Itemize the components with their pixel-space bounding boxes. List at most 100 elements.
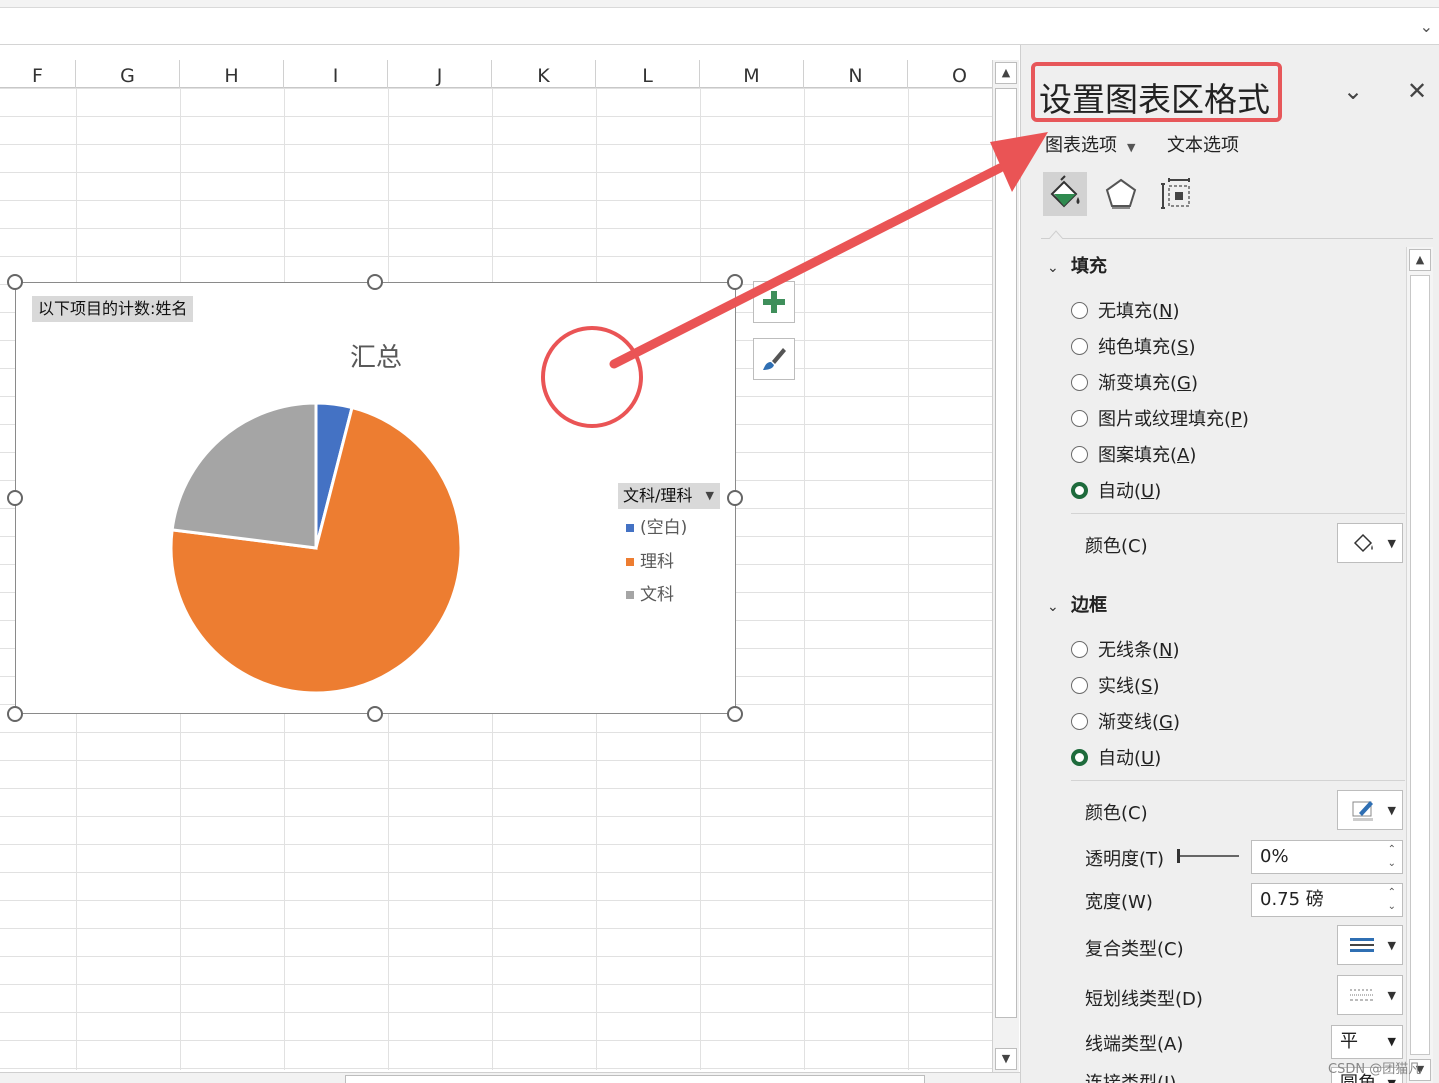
formula-bar[interactable]: ⌄ bbox=[0, 9, 1439, 45]
transparency-input[interactable]: 0% ⌃ ⌄ bbox=[1251, 840, 1403, 874]
column-header-K[interactable]: K bbox=[492, 60, 596, 88]
paren: ) bbox=[1152, 676, 1160, 697]
compound-type-dropdown[interactable]: ▼ bbox=[1337, 925, 1403, 965]
tab-chart-options[interactable]: 图表选项 ▼ bbox=[1045, 131, 1135, 157]
legend-filter-label: 文科/理科 bbox=[623, 486, 693, 505]
chart-title[interactable]: 汇总 bbox=[16, 337, 736, 374]
resize-handle-s[interactable] bbox=[367, 706, 383, 722]
radio-gradient-fill[interactable]: 渐变填充(G) bbox=[1071, 369, 1198, 395]
radio-button[interactable] bbox=[1071, 410, 1088, 427]
legend-swatch bbox=[626, 591, 634, 599]
tab-dropdown-icon[interactable]: ▼ bbox=[1127, 141, 1135, 154]
accesskey: N bbox=[1159, 301, 1173, 322]
radio-automatic-fill[interactable]: 自动(U) bbox=[1071, 477, 1161, 503]
column-header-I[interactable]: I bbox=[284, 60, 388, 88]
sheet-vertical-scrollbar[interactable]: ▲ ▼ bbox=[992, 60, 1019, 1072]
size-properties-icon bbox=[1161, 178, 1190, 209]
chevron-down-icon: ▼ bbox=[1387, 989, 1396, 1002]
scroll-thumb[interactable] bbox=[995, 88, 1017, 1018]
column-header-G[interactable]: G bbox=[76, 60, 180, 88]
pane-scroll-thumb[interactable] bbox=[1410, 275, 1430, 1055]
border-section-header[interactable]: ⌄ 边框 bbox=[1047, 591, 1107, 617]
scroll-up-icon[interactable]: ▲ bbox=[995, 62, 1017, 84]
radio-button[interactable] bbox=[1071, 641, 1088, 658]
resize-handle-e[interactable] bbox=[727, 490, 743, 506]
legend-item-science[interactable]: 理科 bbox=[626, 547, 674, 572]
radio-button[interactable] bbox=[1071, 713, 1088, 730]
column-header-L[interactable]: L bbox=[596, 60, 700, 88]
column-header-M[interactable]: M bbox=[700, 60, 804, 88]
spin-up-icon[interactable]: ⌃ bbox=[1388, 888, 1396, 898]
ribbon-strip bbox=[0, 0, 1439, 8]
scroll-down-icon[interactable]: ▼ bbox=[995, 1048, 1017, 1070]
legend-item-arts[interactable]: 文科 bbox=[626, 580, 674, 605]
sheet-horizontal-scrollbar[interactable] bbox=[0, 1072, 1020, 1083]
spin-up-icon[interactable]: ⌃ bbox=[1388, 845, 1396, 855]
pane-scrollbar[interactable]: ▲ ▼ bbox=[1406, 247, 1433, 1083]
cap-type-dropdown[interactable]: 平 ▼ bbox=[1331, 1025, 1403, 1059]
close-icon[interactable]: ✕ bbox=[1407, 77, 1427, 105]
resize-handle-n[interactable] bbox=[367, 274, 383, 290]
radio-label: 无线条( bbox=[1098, 640, 1160, 661]
chevron-down-icon[interactable]: ⌄ bbox=[1343, 77, 1363, 105]
tab-text-options[interactable]: 文本选项 bbox=[1167, 131, 1239, 157]
column-header-N[interactable]: N bbox=[804, 60, 908, 88]
resize-handle-sw[interactable] bbox=[7, 706, 23, 722]
pentagon-icon bbox=[1105, 178, 1137, 209]
resize-handle-nw[interactable] bbox=[7, 274, 23, 290]
line-color-picker[interactable]: ▼ bbox=[1337, 790, 1403, 830]
effects-tab[interactable] bbox=[1099, 172, 1143, 216]
spin-down-icon[interactable]: ⌄ bbox=[1388, 859, 1396, 869]
legend-item-blank[interactable]: (空白) bbox=[626, 513, 687, 538]
chart-elements-button[interactable] bbox=[753, 281, 795, 323]
radio-button[interactable] bbox=[1071, 446, 1088, 463]
chart-styles-button[interactable] bbox=[753, 338, 795, 380]
pie-slice-2[interactable] bbox=[170, 401, 318, 550]
slider-knob[interactable] bbox=[1177, 849, 1180, 863]
expand-formula-bar-icon[interactable]: ⌄ bbox=[1420, 17, 1433, 36]
radio-solid-line[interactable]: 实线(S) bbox=[1071, 672, 1160, 698]
size-properties-tab[interactable] bbox=[1155, 172, 1199, 216]
column-header-H[interactable]: H bbox=[180, 60, 284, 88]
column-header-F[interactable]: F bbox=[0, 60, 76, 88]
radio-pattern-fill[interactable]: 图案填充(A) bbox=[1071, 441, 1196, 467]
filter-dropdown-icon[interactable]: ▼ bbox=[706, 483, 714, 509]
spin-down-icon[interactable]: ⌄ bbox=[1388, 902, 1396, 912]
column-header-J[interactable]: J bbox=[388, 60, 492, 88]
resize-handle-ne[interactable] bbox=[727, 274, 743, 290]
accesskey: G bbox=[1177, 373, 1191, 394]
pie-plot[interactable] bbox=[166, 398, 466, 698]
radio-automatic-line[interactable]: 自动(U) bbox=[1071, 744, 1161, 770]
resize-handle-w[interactable] bbox=[7, 490, 23, 506]
radio-label: 纯色填充( bbox=[1098, 337, 1178, 358]
radio-button[interactable] bbox=[1071, 338, 1088, 355]
pivot-chart[interactable]: 以下项目的计数:姓名 汇总 文科/理科 ▼ (空白) 理科 文科 bbox=[15, 282, 736, 714]
hscroll-thumb[interactable] bbox=[345, 1075, 925, 1083]
radio-button[interactable] bbox=[1071, 677, 1088, 694]
dash-type-dropdown[interactable]: ▼ bbox=[1337, 975, 1403, 1015]
radio-button[interactable] bbox=[1071, 302, 1088, 319]
radio-label: 图案填充( bbox=[1098, 445, 1178, 466]
radio-button-selected[interactable] bbox=[1071, 482, 1088, 499]
radio-no-fill[interactable]: 无填充(N) bbox=[1071, 297, 1180, 323]
transparency-slider[interactable] bbox=[1179, 855, 1239, 857]
resize-handle-se[interactable] bbox=[727, 706, 743, 722]
fill-color-picker[interactable]: ▼ bbox=[1337, 523, 1403, 563]
legend-swatch bbox=[626, 524, 634, 532]
radio-solid-fill[interactable]: 纯色填充(S) bbox=[1071, 333, 1196, 359]
radio-button-selected[interactable] bbox=[1071, 749, 1088, 766]
fill-line-tab[interactable] bbox=[1043, 172, 1087, 216]
radio-gradient-line[interactable]: 渐变线(G) bbox=[1071, 708, 1180, 734]
radio-picture-fill[interactable]: 图片或纹理填充(P) bbox=[1071, 405, 1249, 431]
radio-button[interactable] bbox=[1071, 374, 1088, 391]
scroll-up-icon[interactable]: ▲ bbox=[1409, 249, 1431, 271]
dash-type-label: 短划线类型(D) bbox=[1085, 989, 1203, 1010]
chevron-down-icon: ▼ bbox=[1387, 804, 1396, 817]
fill-section-header[interactable]: ⌄ 填充 bbox=[1047, 252, 1107, 278]
width-input[interactable]: 0.75 磅 ⌃ ⌄ bbox=[1251, 883, 1403, 917]
format-chart-area-pane[interactable]: 设置图表区格式 ⌄ ✕ 图表选项 ▼ 文本选项 ▲ ▼ ⌄ 填充 无填充(N) … bbox=[1020, 45, 1439, 1083]
pivot-value-field-button[interactable]: 以下项目的计数:姓名 bbox=[32, 296, 194, 322]
column-header-O[interactable]: O bbox=[908, 60, 992, 88]
radio-no-line[interactable]: 无线条(N) bbox=[1071, 636, 1180, 662]
legend-filter-button[interactable]: 文科/理科 ▼ bbox=[618, 483, 720, 509]
